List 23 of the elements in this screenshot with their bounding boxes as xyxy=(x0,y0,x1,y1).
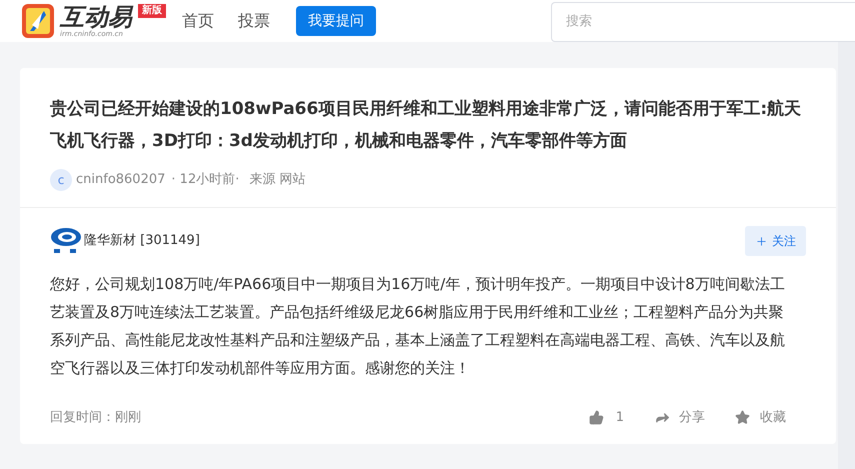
like-button[interactable]: 1 xyxy=(588,408,624,428)
search-field[interactable]: 搜索 xyxy=(551,2,855,42)
username[interactable]: cninfo860207 xyxy=(76,170,166,190)
nav-link[interactable]: 投票 xyxy=(238,9,270,33)
reply-time: 回复时间：刚刚 xyxy=(50,409,141,427)
favorite-button[interactable]: 收藏 xyxy=(735,408,786,428)
plus-icon xyxy=(755,234,768,248)
follow-button[interactable]: 关注 xyxy=(745,226,806,256)
question-title: 贵公司已经开始建设的108wPa66项目民用纤维和工业塑料用途非常广泛，请问能否用于军工:航天飞机飞行器，3D打印：3d发动机打印，机械和电器零件，汽车零部件等方面 xyxy=(50,98,802,153)
thumbs-up-icon xyxy=(588,410,604,426)
nav-link[interactable]: 首页 xyxy=(182,9,214,33)
company-logo-icon xyxy=(50,227,82,255)
logo-title: 互动易 xyxy=(60,4,132,30)
answer-text: 您好，公司规划108万吨/年PA66项目中一期项目为16万吨/年，预计明年投产。一期项目中设计8万吨间歇法工艺装置及8万吨连续法工艺装置。产品包括纤维级尼龙66树脂应用于民用纤维和工业丝；工程塑料产品分为共聚系列产品、高性能尼龙改性基料产品和注塑级产品，基本上涵盖了工程塑料在高端电器工程、高铁、汽车以及航空飞行器以及三体打印发动机部件等应用方面。感谢您的关注！ xyxy=(50,274,786,379)
post-time: · 12小时前· xyxy=(171,171,240,190)
company-name[interactable]: 隆华新材 [301149] xyxy=(84,231,200,251)
share-button[interactable]: 分享 xyxy=(654,408,705,428)
new-version-badge: 新版 xyxy=(138,4,166,18)
logo-icon xyxy=(20,3,56,39)
user-avatar: c xyxy=(50,169,72,191)
source-label: 来源 网站 xyxy=(249,171,306,190)
star-icon xyxy=(735,410,750,426)
ask-question-button[interactable]: 我要提问 xyxy=(296,6,376,36)
